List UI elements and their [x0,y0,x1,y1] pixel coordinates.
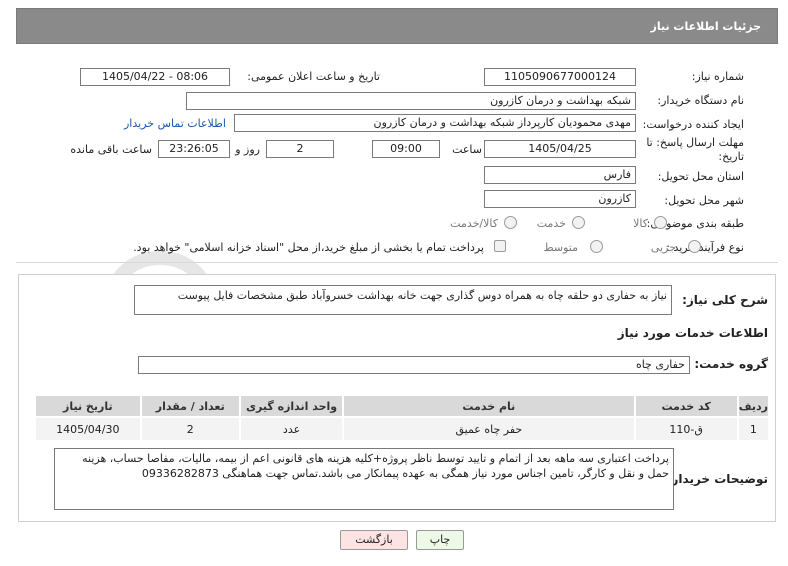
section-divider [16,262,778,263]
delivery-city-field: کازرون [484,190,636,208]
summary-textarea[interactable]: نیاز به حفاری دو حلقه چاه به همراه دوس گ… [134,285,672,315]
cell-quantity: 2 [139,416,241,442]
cell-unit: عدد [238,416,345,442]
treasury-payment-note: پرداخت تمام یا بخشی از مبلغ خرید،از محل … [133,241,484,254]
buyer-contact-link[interactable]: اطلاعات تماس خریدار [124,117,226,130]
need-number-label: شماره نیاز: [691,70,744,83]
column-header-code: کد خدمت [633,394,739,418]
process-medium-label: متوسط [543,241,578,254]
buyer-org-field: شبکه بهداشت و درمان کازرون [186,92,636,110]
process-partial-label: جزیی [650,241,676,254]
response-deadline-label: مهلت ارسال پاسخ: تا تاریخ: [646,136,744,163]
remaining-time-field: 23:26:05 [158,140,230,158]
buyer-notes-textarea[interactable]: پرداخت اعتباری سه ماهه بعد از اتمام و تا… [54,448,674,510]
deadline-time-field: 09:00 [372,140,440,158]
category-service-radio[interactable] [572,216,585,229]
category-goods-label: کالا [633,217,648,230]
remaining-days-field: 2 [266,140,334,158]
column-header-name: نام خدمت [342,394,636,418]
column-header-date: تاریخ نیاز [34,394,142,418]
column-header-unit: واحد اندازه گیری [238,394,345,418]
category-goods-service-label: کالا/خدمت [450,217,498,230]
announce-datetime-label: تاریخ و ساعت اعلان عمومی: [247,70,380,83]
cell-service-code: ق-110 [633,416,739,442]
request-creator-label: ایجاد کننده درخواست: [642,118,744,131]
process-medium-radio[interactable] [590,240,603,253]
delivery-city-label: شهر محل تحویل: [664,194,744,207]
delivery-province-field: فارس [484,166,636,184]
page-header: جزئیات اطلاعات نیاز [16,8,778,44]
services-table: ردیف کد خدمت نام خدمت واحد اندازه گیری ت… [34,394,771,442]
service-group-label: گروه خدمت: [694,357,768,371]
need-number-field: 1105090677000124 [484,68,636,86]
column-header-row: ردیف [736,394,771,418]
summary-label: شرح کلی نیاز: [682,293,768,307]
request-creator-field: مهدی محمودیان کارپرداز شبکه بهداشت و درم… [234,114,636,132]
days-label: روز و [235,143,260,156]
buyer-org-label: نام دستگاه خریدار: [657,94,744,107]
cell-service-name: حفر چاه عمیق [342,416,636,442]
deadline-date-field: 1405/04/25 [484,140,636,158]
announce-datetime-field: 1405/04/22 - 08:06 [80,68,230,86]
table-header-row: ردیف کد خدمت نام خدمت واحد اندازه گیری ت… [34,394,771,418]
back-button[interactable]: بازگشت [340,530,408,550]
process-partial-radio[interactable] [688,240,701,253]
cell-need-date: 1405/04/30 [34,416,142,442]
deadline-time-label: ساعت [452,143,482,156]
cell-row-number: 1 [736,416,771,442]
remaining-time-label: ساعت باقی مانده [70,143,152,156]
column-header-qty: تعداد / مقدار [139,394,241,418]
buyer-notes-label: توضیحات خریدار: [666,472,768,486]
treasury-payment-checkbox[interactable] [494,240,506,252]
table-row: 1 ق-110 حفر چاه عمیق عدد 2 1405/04/30 [34,416,771,442]
services-section-title: اطلاعات خدمات مورد نیاز [617,326,768,340]
category-service-label: خدمت [536,217,566,230]
category-goods-service-radio[interactable] [504,216,517,229]
category-goods-radio[interactable] [654,216,667,229]
service-group-field: حفاری چاه [138,356,690,374]
purchase-process-label: نوع فرآیند خرید : [666,241,744,254]
delivery-province-label: استان محل تحویل: [657,170,744,183]
page-title: جزئیات اطلاعات نیاز [650,20,762,33]
print-button[interactable]: چاپ [416,530,464,550]
